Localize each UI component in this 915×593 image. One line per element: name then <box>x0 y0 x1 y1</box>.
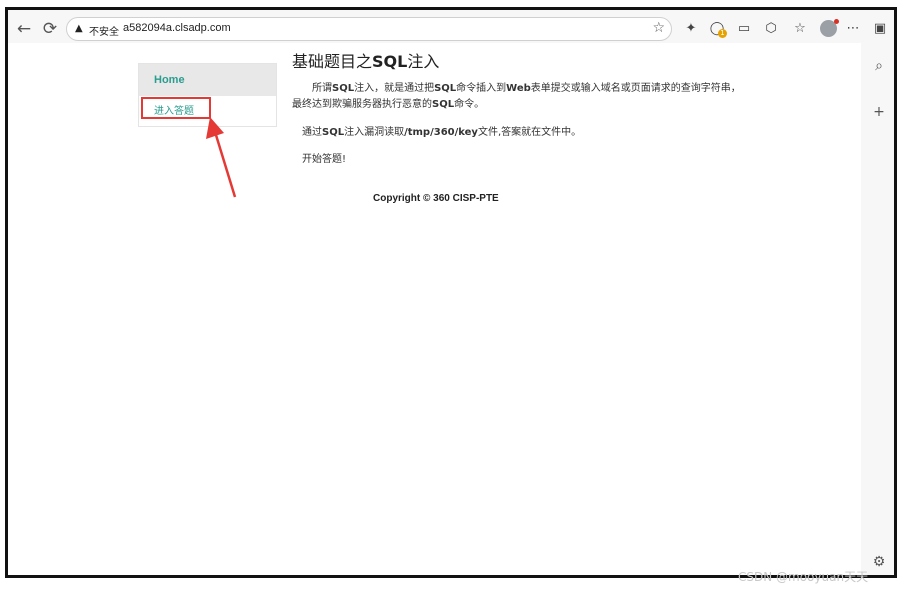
extension-badge: 1 <box>718 29 727 38</box>
sidebar-toggle-icon[interactable]: ▣ <box>871 20 889 38</box>
page-content: Home 进入答题 基础题目之SQL注入 所谓SQL注入，就是通过把SQL命令插… <box>8 43 861 575</box>
page-title: 基础题目之SQL注入 <box>292 52 440 71</box>
security-label: 不安全 <box>89 27 119 38</box>
favorites-icon[interactable]: ☆ <box>791 20 809 38</box>
warning-icon: ▲ <box>75 23 83 34</box>
browser-window: ← ⟳ ▲ 不安全 a582094a.clsadp.com ☆ ✦ ◯ 1 ▭ ⬡… <box>5 7 897 578</box>
back-button[interactable]: ← <box>14 19 34 39</box>
watermark: CSDN @mooyuan天天 <box>738 570 869 584</box>
copyright: Copyright © 360 CISP-PTE <box>373 193 499 204</box>
bird-extension-icon[interactable]: ✦ <box>682 20 700 38</box>
url-text[interactable]: a582094a.clsadp.com <box>123 22 231 34</box>
search-icon[interactable]: ⌕ <box>870 57 888 75</box>
start-text: 开始答题! <box>302 154 347 165</box>
add-icon[interactable]: + <box>870 103 888 121</box>
reading-icon[interactable]: ▭ <box>735 20 753 38</box>
menu-home[interactable]: Home <box>139 64 276 96</box>
intro-paragraph: 所谓SQL注入，就是通过把SQL命令插入到Web表单提交或输入域名或页面请求的查… <box>292 83 741 110</box>
puzzle-icon[interactable]: ⬡ <box>762 20 780 38</box>
settings-icon[interactable]: ⚙ <box>870 553 888 571</box>
more-icon[interactable]: ⋯ <box>844 20 862 38</box>
reload-button[interactable]: ⟳ <box>40 19 60 39</box>
star-icon[interactable]: ☆ <box>652 20 665 36</box>
browser-sidebar: ⌕ + ⚙ <box>864 43 894 575</box>
address-bar[interactable]: ▲ 不安全 a582094a.clsadp.com ☆ <box>66 17 672 41</box>
notification-dot <box>834 19 839 24</box>
task-paragraph: 通过SQL注入漏洞读取/tmp/360/key文件,答案就在文件中。 <box>302 127 582 138</box>
arrow-annotation <box>206 117 237 198</box>
extension-icon[interactable]: ◯ 1 <box>708 20 727 38</box>
